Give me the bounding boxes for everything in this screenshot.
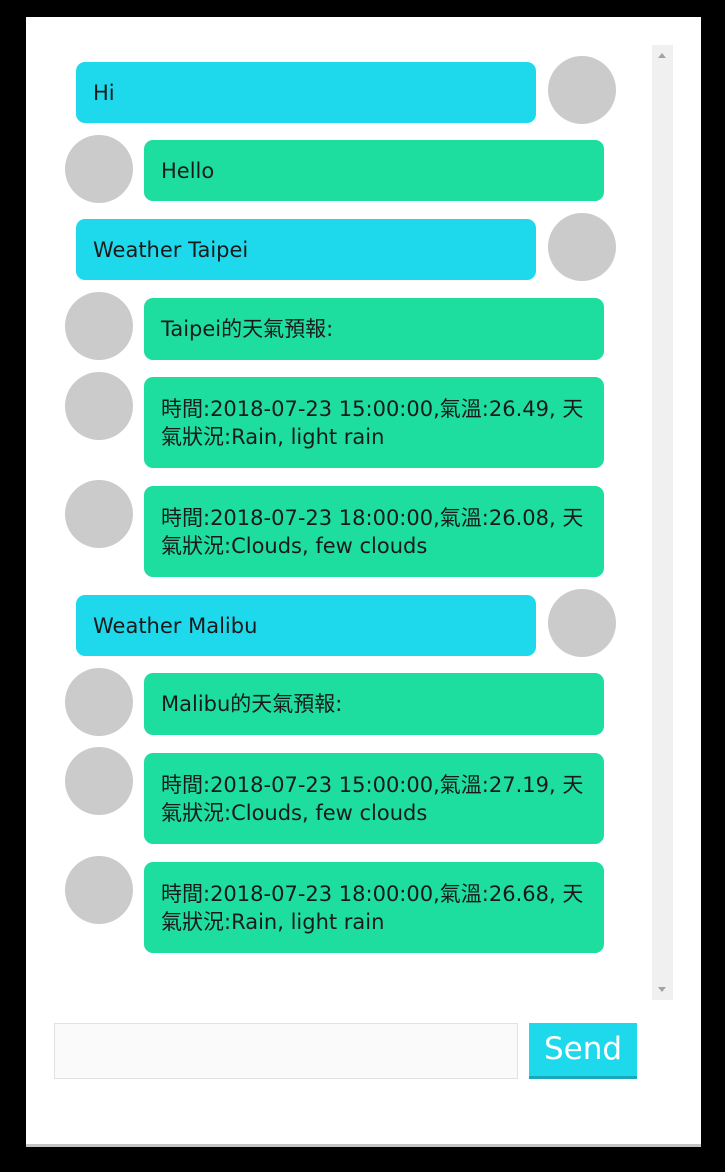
- message-text: 時間:2018-07-23 18:00:00,氣溫:26.68, 天氣狀況:Ra…: [161, 881, 584, 934]
- bot-message-bubble: Taipei的天氣預報:: [144, 298, 604, 360]
- bot-message-bubble: 時間:2018-07-23 15:00:00,氣溫:27.19, 天氣狀況:Cl…: [144, 753, 604, 844]
- bot-avatar: [65, 135, 133, 203]
- send-button[interactable]: Send: [529, 1023, 637, 1079]
- message-list: Hi Hello Weather Taipei Taipei的天氣預報: 時間:…: [26, 45, 650, 999]
- bot-message-bubble: 時間:2018-07-23 18:00:00,氣溫:26.68, 天氣狀況:Ra…: [144, 862, 604, 953]
- message-text: Hi: [93, 80, 115, 105]
- user-avatar: [548, 56, 616, 124]
- bot-avatar: [65, 480, 133, 548]
- message-text: Hello: [161, 158, 215, 183]
- scroll-up-arrow-icon[interactable]: [658, 53, 666, 58]
- bot-avatar: [65, 747, 133, 815]
- message-text: Malibu的天氣預報:: [161, 692, 343, 716]
- user-message-bubble: Hi: [76, 62, 536, 123]
- message-input[interactable]: [54, 1023, 518, 1079]
- message-text: 時間:2018-07-23 15:00:00,氣溫:27.19, 天氣狀況:Cl…: [161, 772, 584, 825]
- bot-avatar: [65, 292, 133, 360]
- bot-avatar: [65, 856, 133, 924]
- user-message-bubble: Weather Taipei: [76, 219, 536, 280]
- scroll-down-arrow-icon[interactable]: [658, 987, 666, 992]
- message-text: Taipei的天氣預報:: [161, 317, 334, 341]
- chat-scrollbar[interactable]: [652, 45, 673, 1000]
- message-text: Weather Taipei: [93, 237, 249, 262]
- bot-message-bubble: Hello: [144, 140, 604, 201]
- message-text: Weather Malibu: [93, 613, 258, 638]
- bot-message-bubble: 時間:2018-07-23 18:00:00,氣溫:26.08, 天氣狀況:Cl…: [144, 486, 604, 577]
- bot-avatar: [65, 372, 133, 440]
- bot-message-bubble: Malibu的天氣預報:: [144, 673, 604, 735]
- bot-message-bubble: 時間:2018-07-23 15:00:00,氣溫:26.49, 天氣狀況:Ra…: [144, 377, 604, 468]
- bot-avatar: [65, 668, 133, 736]
- message-text: 時間:2018-07-23 15:00:00,氣溫:26.49, 天氣狀況:Ra…: [161, 396, 584, 449]
- user-avatar: [548, 589, 616, 657]
- chat-window: Hi Hello Weather Taipei Taipei的天氣預報: 時間:…: [26, 17, 701, 1147]
- message-text: 時間:2018-07-23 18:00:00,氣溫:26.08, 天氣狀況:Cl…: [161, 505, 584, 558]
- user-avatar: [548, 213, 616, 281]
- user-message-bubble: Weather Malibu: [76, 595, 536, 656]
